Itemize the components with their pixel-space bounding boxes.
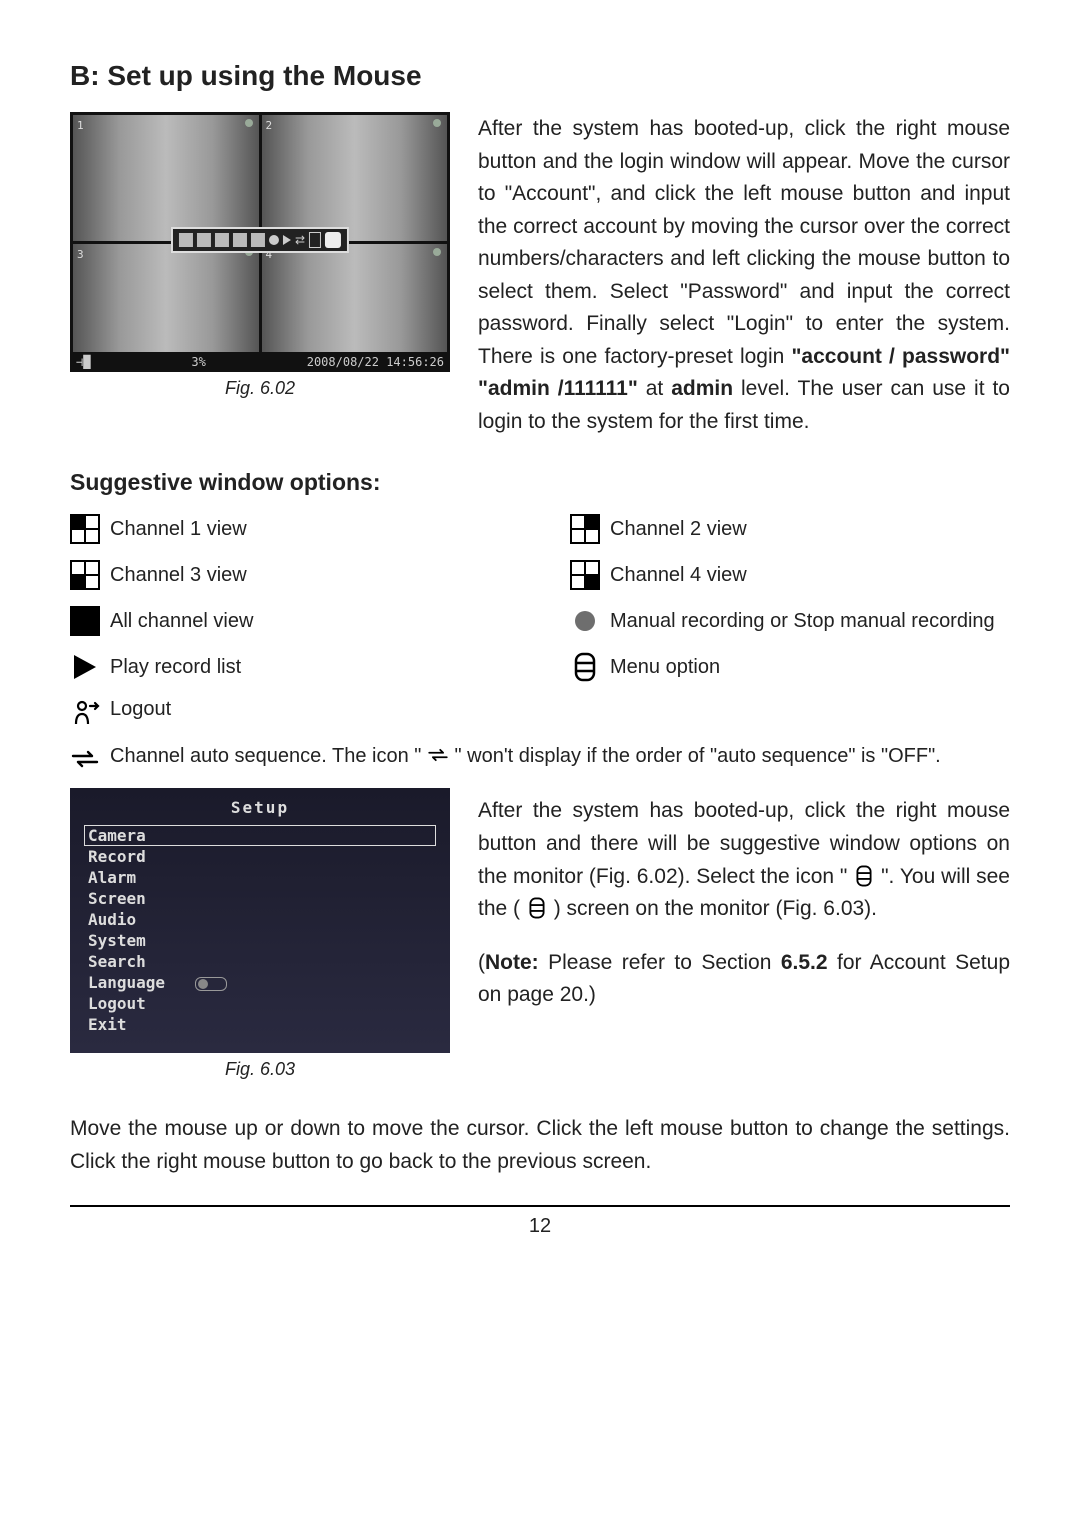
option-label: Logout — [110, 698, 1010, 721]
channel-4-view-icon — [570, 560, 600, 590]
menu-option-icon — [526, 897, 548, 919]
option-label: Channel 3 view — [110, 564, 510, 587]
status-left: ⊣█ — [76, 355, 90, 369]
grid-icon — [179, 233, 193, 247]
record-dot-icon — [245, 119, 253, 127]
status-bar: ⊣█ 3% 2008/08/22 14:56:26 — [70, 352, 450, 372]
figure-6-03: Setup Camera Record Alarm Screen Audio S… — [70, 788, 450, 1080]
setup-item-system: System — [84, 930, 436, 951]
setup-item-alarm: Alarm — [84, 867, 436, 888]
all-channel-view-icon — [70, 606, 100, 636]
figure-6-02: 1 2 3 4 ⇄ ⊣█ 3% 2008/08/22 14:56:26 Fig.… — [70, 112, 450, 399]
channel-label: 2 — [266, 119, 273, 132]
setup-item-exit: Exit — [84, 1014, 436, 1035]
menu-icon — [309, 232, 321, 248]
option-label: Channel 2 view — [610, 518, 1010, 541]
setup-item-logout: Logout — [84, 993, 436, 1014]
setup-item-camera: Camera — [84, 825, 436, 846]
section-heading: B: Set up using the Mouse — [70, 60, 1010, 92]
manual-record-icon — [570, 606, 600, 636]
channel-1-view-icon — [70, 514, 100, 544]
figure-caption: Fig. 6.03 — [70, 1059, 450, 1080]
setup-title: Setup — [70, 788, 450, 823]
option-label: Play record list — [110, 656, 510, 679]
channel-2-view-icon — [570, 514, 600, 544]
grid-icon — [197, 233, 211, 247]
running-man-icon — [325, 232, 341, 248]
option-label: Channel 4 view — [610, 564, 1010, 587]
record-dot-icon — [433, 248, 441, 256]
paragraph-3: Move the mouse up or down to move the cu… — [70, 1113, 1010, 1178]
seq-icon: ⇄ — [295, 233, 305, 247]
grid-icon — [233, 233, 247, 247]
footer-rule — [70, 1205, 1010, 1207]
option-label: Menu option — [610, 656, 1010, 679]
auto-sequence-icon — [70, 744, 100, 774]
grid-icon — [251, 233, 265, 247]
record-dot-icon — [433, 119, 441, 127]
option-label: Channel 1 view — [110, 518, 510, 541]
option-label: Manual recording or Stop manual recordin… — [610, 610, 1010, 633]
setup-item-audio: Audio — [84, 909, 436, 930]
option-label: All channel view — [110, 610, 510, 633]
options-heading: Suggestive window options: — [70, 469, 1010, 496]
status-disk-percent: 3% — [191, 355, 205, 369]
osd-toolbar: ⇄ — [171, 227, 349, 253]
setup-menu: Setup Camera Record Alarm Screen Audio S… — [70, 788, 450, 1053]
channel-label: 3 — [77, 248, 84, 261]
record-icon — [269, 235, 279, 245]
play-record-icon — [70, 652, 100, 682]
play-icon — [283, 235, 291, 245]
option-label: Channel auto sequence. The icon " " won'… — [110, 744, 1010, 768]
setup-item-language: Language — [84, 972, 436, 993]
setup-item-screen: Screen — [84, 888, 436, 909]
menu-option-icon — [570, 652, 600, 682]
menu-option-icon — [853, 865, 875, 887]
page-number: 12 — [70, 1215, 1010, 1238]
channel-3-view-icon — [70, 560, 100, 590]
grid-icon — [215, 233, 229, 247]
figure-caption: Fig. 6.02 — [70, 378, 450, 399]
setup-item-record: Record — [84, 846, 436, 867]
dvr-quad-view: 1 2 3 4 ⇄ ⊣█ 3% 2008/08/22 14:56:26 — [70, 112, 450, 372]
setup-item-search: Search — [84, 951, 436, 972]
language-slider — [195, 977, 227, 991]
logout-icon — [70, 698, 100, 728]
channel-label: 1 — [77, 119, 84, 132]
options-grid: Channel 1 view Channel 2 view Channel 3 … — [70, 514, 1010, 682]
setup-menu-list: Camera Record Alarm Screen Audio System … — [70, 823, 450, 1037]
auto-sequence-icon — [427, 744, 449, 766]
status-timestamp: 2008/08/22 14:56:26 — [307, 355, 444, 369]
